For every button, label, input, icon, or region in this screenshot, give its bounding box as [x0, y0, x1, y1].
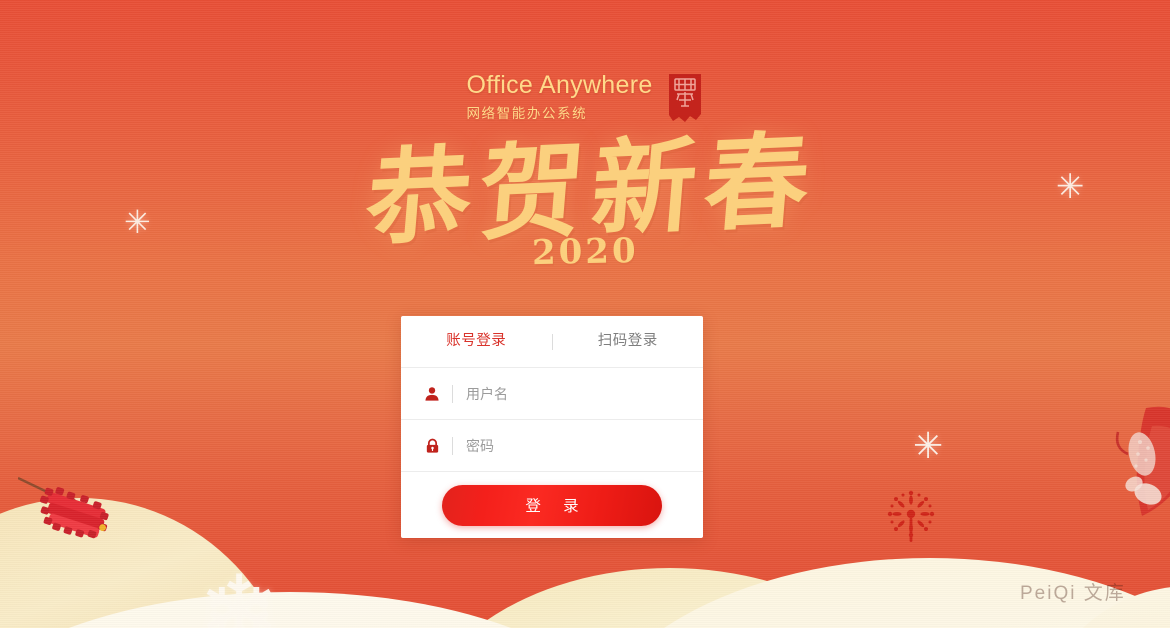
page-subtitle: 网络智能办公系统	[466, 106, 588, 121]
login-button[interactable]: 登 录	[442, 484, 662, 526]
login-page: ✳ ✳ ✳ ❄ Office Anywhere 网络智能办公系统 恭贺新春 20…	[0, 0, 1170, 628]
firework-burst-icon	[885, 488, 937, 550]
submit-row: 登 录	[401, 471, 703, 538]
field-divider	[452, 384, 453, 403]
snowflake-icon: ✳	[913, 425, 944, 466]
login-tabs: 账号登录 扫码登录	[401, 316, 703, 367]
password-row	[401, 419, 703, 471]
username-row	[401, 367, 703, 419]
snowflake-large-icon: ❄	[198, 556, 281, 628]
brand-header: Office Anywhere 网络智能办公系统	[0, 70, 1170, 130]
password-input[interactable]	[466, 437, 703, 454]
firecracker-icon	[17, 470, 130, 548]
greeting-year: 2020	[531, 230, 639, 274]
tab-qrcode-login[interactable]: 扫码登录	[553, 316, 704, 367]
tab-account-login[interactable]: 账号登录	[401, 316, 552, 367]
page-title: Office Anywhere	[466, 71, 653, 99]
login-card: 账号登录 扫码登录 用户名 登 录	[401, 316, 703, 538]
username-input[interactable]	[466, 385, 703, 402]
user-icon	[423, 385, 441, 403]
koi-fish-icon	[1112, 398, 1170, 528]
watermark: PeiQi 文库	[1020, 583, 1126, 604]
new-year-greeting: 恭贺新春 2020	[0, 118, 1170, 274]
lock-icon	[423, 437, 441, 455]
field-divider	[452, 436, 453, 455]
